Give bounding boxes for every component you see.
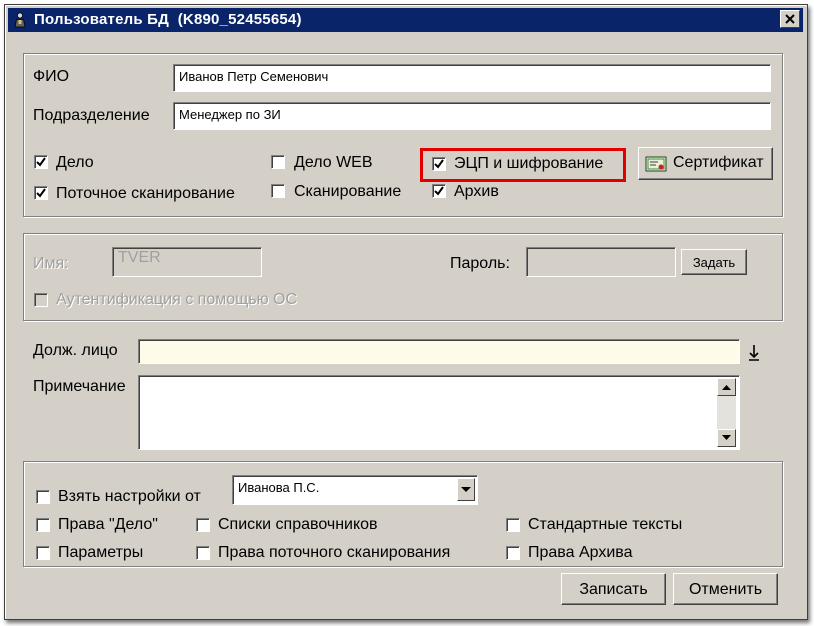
source-user-dropdown-button[interactable] — [457, 478, 475, 501]
archive-rights-checkbox[interactable] — [506, 546, 520, 560]
rights-delo-checkbox[interactable] — [36, 518, 50, 532]
dictionaries-checkbox[interactable] — [196, 518, 210, 532]
certificate-icon — [645, 156, 667, 172]
cancel-button[interactable]: Отменить — [673, 573, 778, 605]
params-checkbox[interactable] — [36, 546, 50, 560]
os-auth-label: Аутентификация с помощью ОС — [56, 291, 298, 308]
params-label: Параметры — [58, 544, 144, 561]
password-field[interactable] — [526, 247, 676, 277]
save-button[interactable]: Записать — [561, 573, 666, 605]
source-user-value: Иванова П.С. — [238, 480, 320, 495]
note-textarea[interactable] — [138, 375, 740, 450]
scanning-label: Сканирование — [294, 183, 402, 200]
set-password-button[interactable]: Задать — [681, 249, 747, 275]
checkmark-icon — [36, 157, 46, 167]
official-field[interactable] — [138, 339, 740, 364]
user-db-dialog: Пользователь БД (K890_52455654) ФИО Иван… — [4, 4, 808, 620]
checkmark-icon — [36, 188, 46, 198]
download-arrow-icon[interactable] — [747, 344, 761, 362]
close-button[interactable] — [780, 10, 800, 28]
fio-label: ФИО — [33, 68, 70, 85]
scroll-down-button[interactable] — [717, 429, 736, 447]
delo-web-checkbox[interactable] — [271, 155, 285, 169]
rights-delo-label: Права "Дело" — [58, 516, 158, 533]
scanning-checkbox[interactable] — [271, 184, 285, 198]
certificate-button[interactable]: Сертификат — [638, 147, 773, 180]
name-label: Имя: — [33, 255, 69, 272]
division-field[interactable]: Менеджер по ЗИ — [173, 102, 771, 130]
checkmark-icon — [434, 186, 444, 196]
dictionaries-label: Списки справочников — [218, 516, 378, 533]
note-scrollbar[interactable] — [717, 378, 736, 447]
app-icon — [14, 12, 26, 28]
std-texts-label: Стандартные тексты — [528, 516, 683, 533]
source-user-select[interactable]: Иванова П.С. — [232, 475, 478, 505]
checkmark-icon — [434, 159, 444, 169]
archive-rights-label: Права Архива — [528, 544, 633, 561]
stream-scan-label: Поточное сканирование — [56, 185, 235, 202]
user-info-panel: ФИО Иванов Петр Семенович Подразделение … — [23, 53, 783, 217]
os-auth-checkbox[interactable] — [34, 293, 48, 307]
delo-checkbox[interactable] — [34, 155, 48, 169]
close-icon — [785, 14, 795, 24]
take-settings-label: Взять настройки от — [58, 488, 201, 505]
login-panel: Имя: TVER Пароль: Задать Аутентификация … — [23, 233, 783, 321]
delo-label: Дело — [56, 154, 94, 171]
stream-rights-checkbox[interactable] — [196, 546, 210, 560]
arrow-down-icon — [722, 435, 731, 440]
stream-rights-label: Права поточного сканирования — [218, 544, 451, 561]
archive-checkbox[interactable] — [432, 184, 446, 198]
fio-field[interactable]: Иванов Петр Семенович — [173, 64, 771, 92]
certificate-label: Сертификат — [673, 154, 764, 171]
archive-label: Архив — [454, 183, 499, 200]
note-label: Примечание — [33, 378, 126, 395]
std-texts-checkbox[interactable] — [506, 518, 520, 532]
delo-web-label: Дело WEB — [294, 154, 373, 171]
eds-checkbox[interactable] — [432, 157, 446, 171]
take-settings-checkbox[interactable] — [36, 490, 50, 504]
scroll-up-button[interactable] — [717, 378, 736, 396]
name-field[interactable]: TVER — [112, 247, 262, 277]
copy-settings-panel: Взять настройки от Иванова П.С. Права "Д… — [23, 461, 783, 567]
window-title: Пользователь БД (K890_52455654) — [34, 11, 302, 28]
division-label: Подразделение — [33, 107, 150, 124]
title-bar[interactable]: Пользователь БД (K890_52455654) — [8, 8, 803, 32]
eds-label: ЭЦП и шифрование — [454, 155, 604, 172]
stream-scan-checkbox[interactable] — [34, 186, 48, 200]
arrow-up-icon — [722, 385, 731, 390]
official-label: Долж. лицо — [33, 342, 118, 359]
password-label: Пароль: — [450, 255, 510, 272]
chevron-down-icon — [461, 487, 471, 492]
